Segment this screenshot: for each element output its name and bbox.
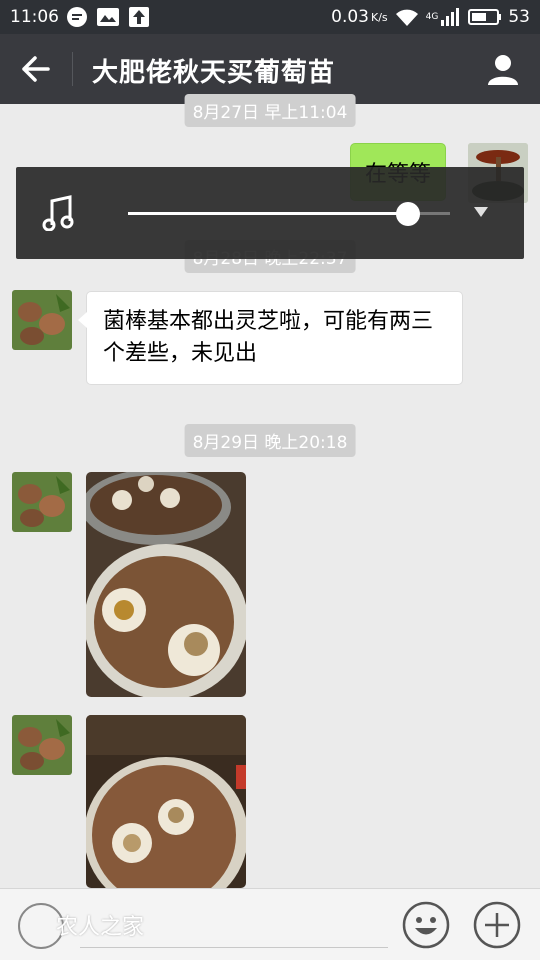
photo-pots-image xyxy=(86,472,246,697)
audio-progress-knob[interactable] xyxy=(396,202,421,226)
contact-avatar[interactable] xyxy=(12,290,72,350)
photo-message[interactable] xyxy=(86,472,246,697)
contact-avatar-image xyxy=(12,472,72,532)
audio-progress-track[interactable] xyxy=(128,202,450,226)
back-arrow-icon[interactable] xyxy=(16,52,56,86)
upload-notification-icon xyxy=(129,7,149,27)
audio-player[interactable] xyxy=(16,167,524,259)
timestamp-1: 8月27日 早上11:04 xyxy=(184,94,356,127)
received-message[interactable]: 菌棒基本都出灵芝啦，可能有两三个差些，未见出 xyxy=(78,291,463,385)
network-type: 4G xyxy=(425,12,439,22)
battery-icon xyxy=(468,9,502,25)
watermark-text: 农人之家 xyxy=(56,915,145,940)
input-bar: 农人之家 xyxy=(0,888,540,960)
music-note-icon xyxy=(42,195,74,231)
photo-message[interactable] xyxy=(86,715,246,888)
signal-icon xyxy=(441,8,460,26)
wifi-icon xyxy=(395,9,418,26)
contact-avatar[interactable] xyxy=(12,715,72,775)
header-divider xyxy=(72,52,73,86)
contact-avatar-image xyxy=(12,290,72,350)
timestamp-3: 8月29日 晚上20:18 xyxy=(184,424,356,457)
profile-icon[interactable] xyxy=(486,52,520,86)
network-speed: 0.03 xyxy=(331,7,369,27)
network-speed-unit: K/s xyxy=(371,10,388,24)
page-title: 大肥佬秋天买葡萄苗 xyxy=(92,58,336,88)
message-notification-icon xyxy=(67,7,87,27)
status-bar: 11:06 0.03 K/s 4G 53 xyxy=(0,0,540,34)
message-input[interactable] xyxy=(80,947,388,948)
status-time: 11:06 xyxy=(10,7,59,27)
status-right: 0.03 K/s 4G 53 xyxy=(331,7,530,27)
image-notification-icon xyxy=(97,8,119,26)
photo-pot-image xyxy=(86,715,246,888)
battery-level: 53 xyxy=(508,7,530,27)
emoji-icon[interactable] xyxy=(402,901,450,949)
audio-progress-fill xyxy=(128,212,409,215)
dropdown-icon[interactable] xyxy=(474,207,488,217)
plus-icon[interactable] xyxy=(473,901,521,949)
contact-avatar[interactable] xyxy=(12,472,72,532)
contact-avatar-image xyxy=(12,715,72,775)
